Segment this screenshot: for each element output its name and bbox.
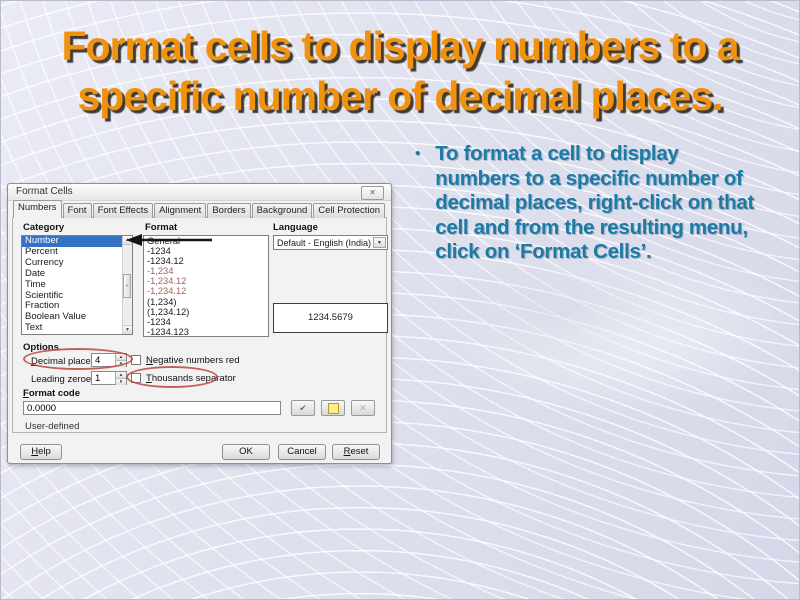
tab-cell-protection[interactable]: Cell Protection (313, 203, 385, 218)
format-list: General -1234 -1234.12 -1,234 -1,234.12 … (143, 235, 269, 337)
format-item[interactable]: -1234 (144, 317, 268, 327)
format-code-label: Format code (23, 388, 80, 399)
language-label: Language (273, 222, 318, 233)
format-item[interactable]: (1,234) (144, 297, 268, 307)
delete-icon: ✕ (359, 403, 367, 413)
annotation-ellipse-thousands-separator (126, 366, 218, 388)
reset-button[interactable]: Reset (332, 444, 380, 460)
presentation-slide: Format cells to display numbers to aspec… (0, 0, 800, 600)
leading-zeroes-stepper[interactable]: ▲ ▼ (91, 371, 127, 385)
category-item-time[interactable]: Time (22, 280, 132, 291)
format-item[interactable]: -1234.12 (144, 256, 268, 266)
category-scrollbar[interactable]: ▲ ≡ ▼ (122, 236, 132, 334)
category-label: Category (23, 222, 64, 233)
tab-background[interactable]: Background (252, 203, 313, 218)
category-list: Number Percent Currency Date Time Scient… (21, 235, 133, 335)
annotation-ellipse-decimal-places (23, 348, 133, 370)
preview-box: 1234.5679 (273, 303, 388, 333)
format-item[interactable]: -1,234.12 (144, 276, 268, 286)
leading-zeroes-input[interactable] (92, 372, 117, 384)
edit-comment-button[interactable] (321, 400, 345, 416)
tab-borders[interactable]: Borders (207, 203, 250, 218)
format-item[interactable]: -1,234.12 (144, 286, 268, 296)
language-value: Default - English (India) (277, 238, 371, 248)
user-defined-note: User-defined (25, 421, 79, 432)
help-button[interactable]: Help (20, 444, 62, 460)
slide-title: Format cells to display numbers to aspec… (1, 21, 799, 121)
tab-font[interactable]: Font (63, 203, 92, 218)
category-item-date[interactable]: Date (22, 269, 132, 280)
bullet-text: To format a cell to display numbers to a… (435, 142, 759, 265)
format-item[interactable]: -1234.123 (144, 327, 268, 337)
cancel-button[interactable]: Cancel (278, 444, 326, 460)
spin-up-icon[interactable]: ▲ (115, 372, 126, 379)
delete-format-button[interactable]: ✕ (351, 400, 375, 416)
apply-format-button[interactable]: ✔ (291, 400, 315, 416)
bullet-icon: • (415, 142, 420, 265)
scroll-down-icon[interactable]: ▼ (123, 325, 132, 334)
tab-alignment[interactable]: Alignment (154, 203, 206, 218)
category-item-text[interactable]: Text (22, 323, 132, 334)
ok-button[interactable]: OK (222, 444, 270, 460)
tab-font-effects[interactable]: Font Effects (93, 203, 154, 218)
format-cells-dialog: Format Cells ✕ Numbers Font Font Effects… (7, 183, 392, 464)
checkmark-icon: ✔ (299, 403, 307, 413)
bullet-list: • To format a cell to display numbers to… (415, 142, 771, 265)
dialog-title: Format Cells (16, 186, 73, 197)
slide-title-line1: Format cells to display numbers to a (61, 23, 738, 69)
slide-title-line2: specific number of decimal places. (77, 73, 722, 119)
chevron-down-icon[interactable]: ▼ (373, 237, 386, 248)
language-combobox[interactable]: Default - English (India) ▼ (273, 235, 388, 250)
tab-strip: Numbers Font Font Effects Alignment Bord… (13, 201, 386, 218)
note-icon (328, 403, 339, 414)
tab-numbers[interactable]: Numbers (13, 200, 62, 218)
negative-numbers-red-label: Negative numbers red (146, 355, 239, 366)
close-icon[interactable]: ✕ (361, 186, 384, 200)
spin-down-icon[interactable]: ▼ (115, 379, 126, 385)
format-code-input[interactable] (23, 401, 281, 415)
format-item[interactable]: (1,234.12) (144, 307, 268, 317)
dialog-titlebar[interactable]: Format Cells ✕ (8, 184, 391, 201)
scrollbar-thumb[interactable]: ≡ (123, 274, 131, 298)
annotation-arrow (124, 231, 216, 249)
format-item[interactable]: -1,234 (144, 266, 268, 276)
numbers-tab-panel: Category Format Language Number Percent … (12, 217, 387, 433)
leading-zeroes-label: Leading zeroes: (31, 374, 99, 385)
